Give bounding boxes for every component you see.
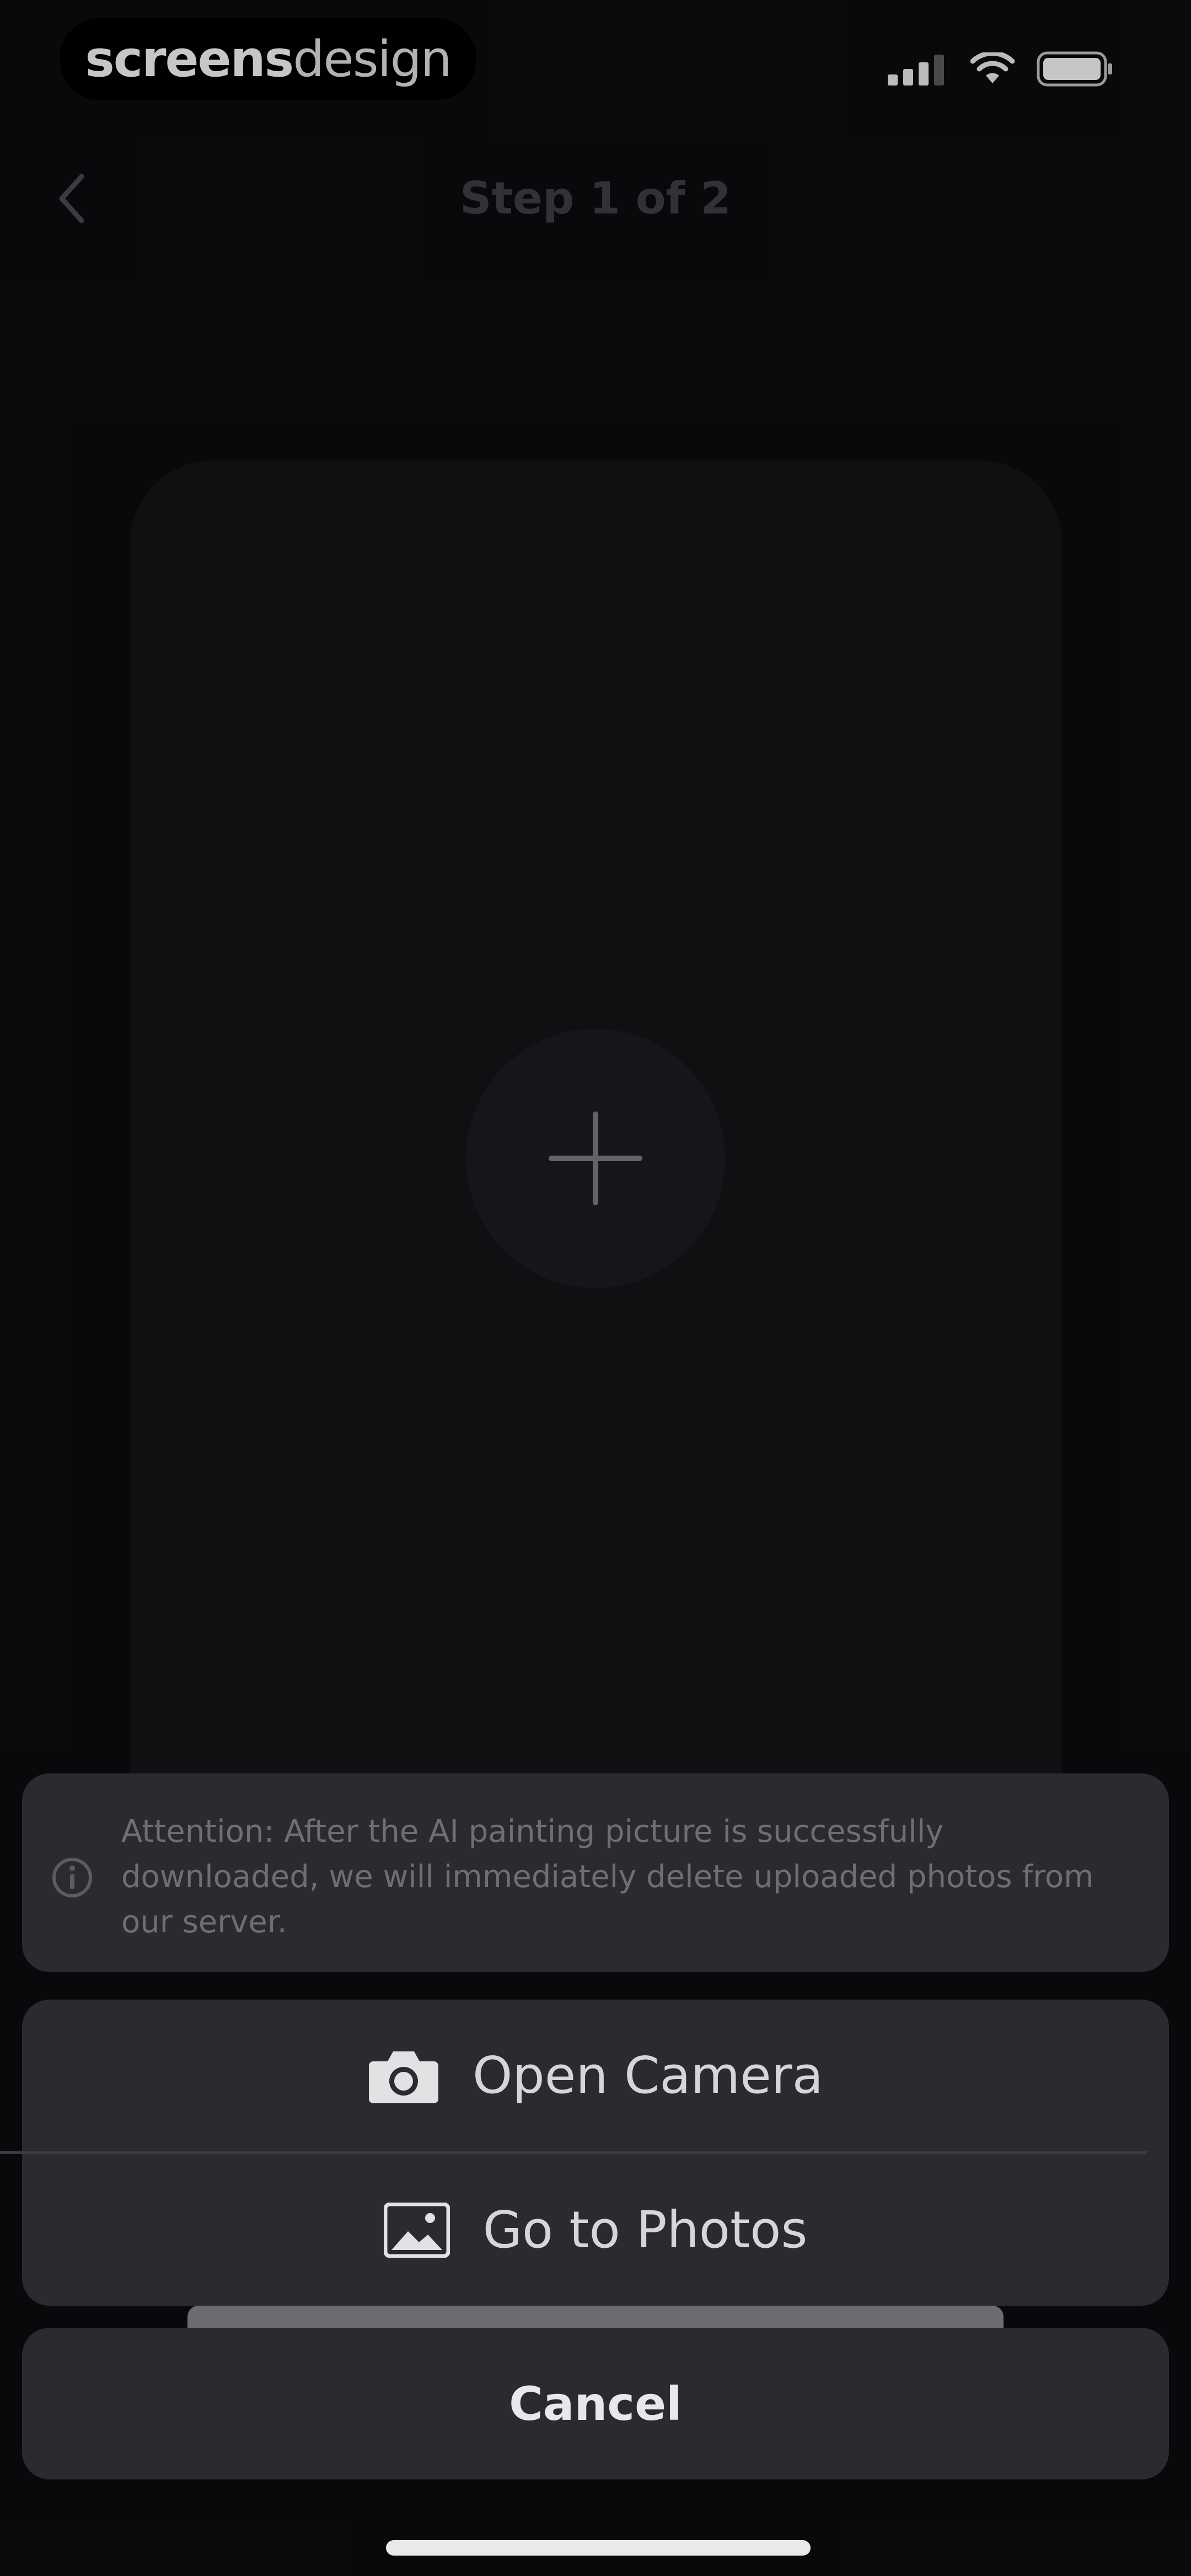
photos-icon [383,2202,450,2258]
go-to-photos-label: Go to Photos [482,2200,808,2259]
go-to-photos-button[interactable]: Go to Photos [22,2154,1169,2306]
camera-icon [368,2051,438,2103]
open-camera-label: Open Camera [472,2046,823,2105]
privacy-notice-text: Attention: After the AI painting picture… [121,1814,1094,1940]
info-circle-icon [52,1858,92,1898]
open-camera-button[interactable]: Open Camera [22,2000,1169,2151]
sheet-background-edge [187,2306,1004,2328]
home-indicator [386,2540,811,2556]
cancel-button[interactable]: Cancel [22,2328,1169,2479]
options-divider [0,2151,1147,2154]
